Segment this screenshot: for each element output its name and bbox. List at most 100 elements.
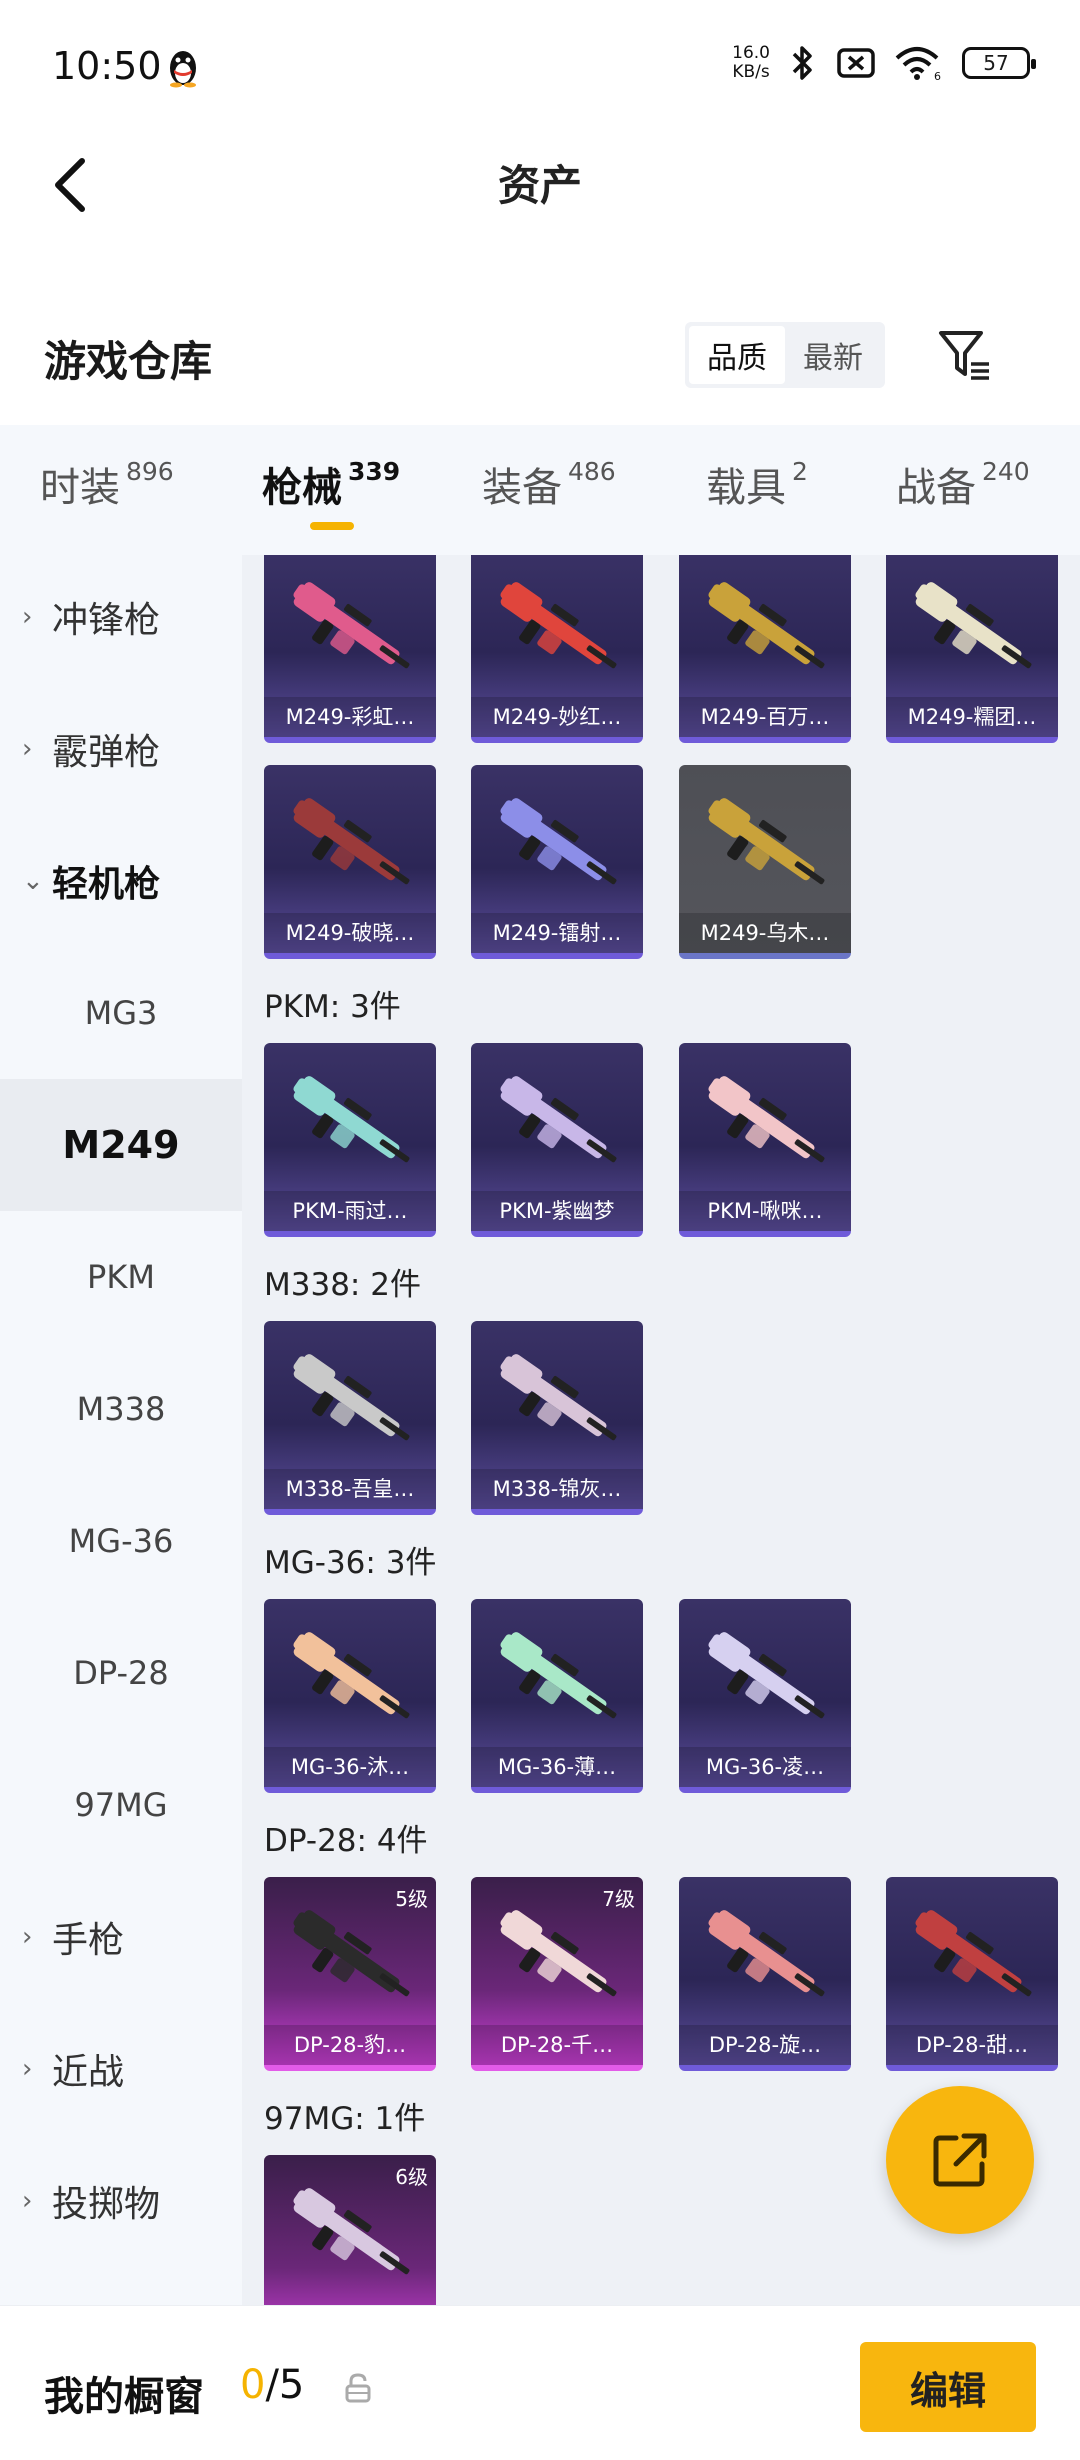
tab-vehicles[interactable]: 载具 2 (706, 455, 808, 513)
weapon-card[interactable]: 6级 (264, 2155, 436, 2305)
weapon-card[interactable]: PKM-紫幽梦 (471, 1043, 643, 1237)
weapon-card[interactable]: M338-锦灰… (471, 1321, 643, 1515)
weapon-image (500, 1076, 617, 1163)
wifi-icon: 6 (895, 47, 941, 82)
weapon-type-sidebar: › 冲锋枪 › 霰弹枪 ⌄ 轻机枪 MG3 M249 PKM M338 MG-36 DP-28 97MG… (0, 555, 242, 2305)
lock-icon (345, 2373, 371, 2403)
sidebar-item-mg-36[interactable]: MG-36 (0, 1475, 242, 1607)
status-time: 10:50 (52, 44, 162, 88)
chevron-right-icon: › (22, 2186, 33, 2216)
weapon-card[interactable]: PKM-雨过… (264, 1043, 436, 1237)
level-badge: 7级 (602, 1887, 635, 1911)
net-speed: 16.0 KB/s (732, 43, 770, 82)
weapon-card[interactable]: DP-28-旋… (679, 1877, 851, 2071)
level-badge: 6级 (395, 2165, 428, 2189)
tab-fashion[interactable]: 时装 896 (40, 455, 174, 513)
external-link-icon (933, 2133, 987, 2187)
weapon-name: MG-36-凌… (679, 1747, 851, 1787)
group-title: MG-36: 3件 (264, 1545, 437, 1581)
weapon-name: M249-百万… (679, 697, 851, 737)
weapon-image (708, 582, 825, 669)
weapon-card[interactable]: MG-36-薄… (471, 1599, 643, 1793)
weapon-name: DP-28-千… (471, 2025, 643, 2065)
bluetooth-icon (792, 46, 812, 80)
weapon-name: PKM-雨过… (264, 1191, 436, 1231)
weapon-card[interactable]: M249-糯团… (886, 555, 1058, 743)
sidebar-item-label: 冲锋枪 (52, 600, 161, 641)
chevron-right-icon: › (22, 2054, 33, 2084)
weapon-name: PKM-啾咪… (679, 1191, 851, 1231)
weapon-card[interactable]: M249-彩虹… (264, 555, 436, 743)
tab-supplies[interactable]: 战备 240 (896, 455, 1030, 513)
sidebar-item-lmg[interactable]: ⌄ 轻机枪 (0, 815, 242, 947)
weapon-name: M249-破晓… (264, 913, 436, 953)
weapon-image (500, 1354, 617, 1441)
group-title: 97MG: 1件 (264, 2101, 426, 2137)
chevron-right-icon: › (22, 1922, 33, 1952)
filter-button[interactable] (930, 322, 1000, 388)
sidebar-item-shotgun[interactable]: › 霰弹枪 (0, 683, 242, 815)
weapon-image (293, 582, 410, 669)
weapon-name: M338-锦灰… (471, 1469, 643, 1509)
weapon-name: M249-镭射… (471, 913, 643, 953)
sidebar-item-smg[interactable]: › 冲锋枪 (0, 551, 242, 683)
weapon-name: MG-36-沐… (264, 1747, 436, 1787)
weapon-name: M338-吾皇… (264, 1469, 436, 1509)
weapon-card[interactable]: 7级 DP-28-千… (471, 1877, 643, 2071)
battery-icon: 57 (962, 47, 1036, 79)
weapon-image (708, 1632, 825, 1719)
group-title: PKM: 3件 (264, 989, 401, 1025)
group-title: M338: 2件 (264, 1267, 421, 1303)
weapon-card[interactable]: M249-破晓… (264, 765, 436, 959)
weapon-grid: M249-彩虹… M249-妙红… M249-百万… M249-糯团… M249-破晓…… (242, 555, 1080, 2305)
svg-text:6: 6 (934, 70, 941, 82)
sort-toggle: 品质 最新 (685, 322, 885, 388)
tab-firearms[interactable]: 枪械 339 (262, 455, 400, 513)
weapon-card[interactable]: M249-百万… (679, 555, 851, 743)
sidebar-item-label: 近战 (52, 2052, 125, 2093)
chevron-right-icon: › (22, 602, 33, 632)
weapon-card[interactable]: 5级 DP-28-豹… (264, 1877, 436, 2071)
weapon-image (500, 1632, 617, 1719)
weapon-card[interactable]: PKM-啾咪… (679, 1043, 851, 1237)
sidebar-item-label: 轻机枪 (52, 864, 161, 905)
filter-icon (939, 331, 989, 380)
weapon-card[interactable]: M249-乌木… (679, 765, 851, 959)
showcase-count: 0/5 (240, 2362, 305, 2408)
weapon-name: M249-妙红… (471, 697, 643, 737)
sidebar-item-label: 投掷物 (52, 2184, 161, 2225)
sidebar-item-97mg[interactable]: 97MG (0, 1739, 242, 1871)
sidebar-item-m338[interactable]: M338 (0, 1343, 242, 1475)
weapon-card[interactable]: DP-28-甜… (886, 1877, 1058, 2071)
sort-latest-button[interactable]: 最新 (785, 326, 881, 384)
tab-equipment[interactable]: 装备 486 (482, 455, 616, 513)
weapon-card[interactable]: M249-妙红… (471, 555, 643, 743)
share-button[interactable] (886, 2086, 1034, 2234)
sidebar-item-pkm[interactable]: PKM (0, 1211, 242, 1343)
page-title: 资产 (497, 161, 582, 210)
sort-quality-button[interactable]: 品质 (689, 326, 785, 384)
weapon-name: M249-彩虹… (264, 697, 436, 737)
header: 资产 (0, 130, 1080, 240)
sidebar-item-throwable[interactable]: › 投掷物 (0, 2135, 242, 2267)
active-tab-indicator (310, 522, 354, 530)
weapon-image (293, 1632, 410, 1719)
sidebar-item-m249[interactable]: M249 (0, 1079, 242, 1211)
status-bar: 10:50 16.0 KB/s 6 57 (0, 0, 1080, 130)
sidebar-item-mg3[interactable]: MG3 (0, 947, 242, 1079)
weapon-card[interactable]: M338-吾皇… (264, 1321, 436, 1515)
level-badge: 5级 (395, 1887, 428, 1911)
showcase-label: 我的橱窗 (44, 2374, 204, 2420)
sidebar-item-label: 手枪 (52, 1920, 125, 1961)
sidebar-item-melee[interactable]: › 近战 (0, 2003, 242, 2135)
weapon-name: DP-28-甜… (886, 2025, 1058, 2065)
weapon-name: MG-36-薄… (471, 1747, 643, 1787)
qq-penguin-icon (170, 51, 196, 88)
edit-button[interactable]: 编辑 (860, 2342, 1036, 2432)
sidebar-item-dp-28[interactable]: DP-28 (0, 1607, 242, 1739)
weapon-card[interactable]: MG-36-凌… (679, 1599, 851, 1793)
sidebar-item-pistol[interactable]: › 手枪 (0, 1871, 242, 2003)
weapon-card[interactable]: M249-镭射… (471, 765, 643, 959)
group-title: DP-28: 4件 (264, 1823, 428, 1859)
weapon-card[interactable]: MG-36-沐… (264, 1599, 436, 1793)
